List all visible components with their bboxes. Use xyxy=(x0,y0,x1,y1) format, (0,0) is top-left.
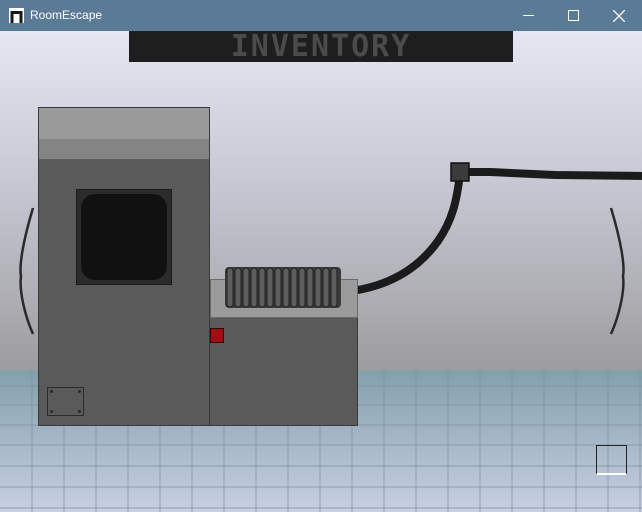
app-icon xyxy=(9,8,24,23)
screw-icon xyxy=(50,410,53,413)
minimize-button[interactable] xyxy=(505,0,551,31)
machine-screen-frame xyxy=(76,189,172,285)
title-bar: RoomEscape xyxy=(0,0,642,31)
red-button[interactable] xyxy=(210,328,224,343)
maximize-button[interactable] xyxy=(550,0,596,31)
screw-icon xyxy=(50,390,53,393)
machine-top-panel xyxy=(39,108,209,139)
nav-right-arrow[interactable] xyxy=(605,206,629,336)
window-title: RoomEscape xyxy=(30,8,103,22)
screw-icon xyxy=(78,410,81,413)
cable-connector[interactable] xyxy=(450,162,470,182)
machine-vent-panel[interactable] xyxy=(47,387,84,416)
screw-icon xyxy=(78,390,81,393)
maximize-icon xyxy=(567,10,579,21)
coil-spring[interactable] xyxy=(225,267,341,308)
nav-left-arrow[interactable] xyxy=(15,206,39,336)
minimize-icon xyxy=(522,15,534,16)
hand-cursor-slot[interactable] xyxy=(596,445,627,475)
close-button[interactable] xyxy=(596,0,642,31)
game-scene: INVENTORY xyxy=(0,31,642,512)
machine-top-band xyxy=(39,139,209,159)
machine-screen[interactable] xyxy=(81,194,167,280)
close-icon xyxy=(613,9,625,22)
